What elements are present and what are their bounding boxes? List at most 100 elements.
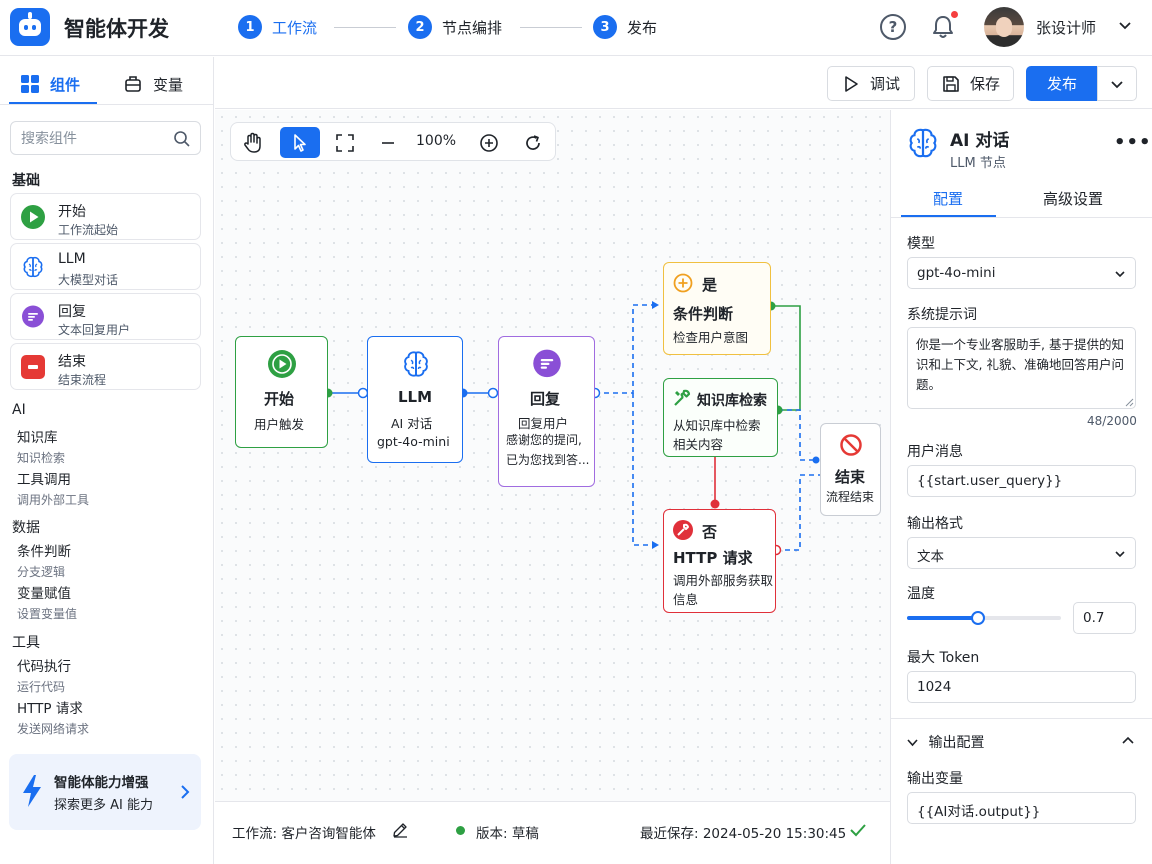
step-node-arrange[interactable]: 2 节点编排 [408,14,502,40]
edge-reply-condition [595,304,657,394]
save-button[interactable]: 保存 [927,66,1014,101]
node-end[interactable]: 结束 流程结束 [820,423,881,516]
temperature-label: 温度 [907,586,935,602]
component-desc: 工作流起始 [58,223,119,237]
edge-arrow-head [652,301,659,309]
output-var-input[interactable]: {{AI对话.output}} [907,792,1136,824]
step-publish[interactable]: 3 发布 [593,14,657,40]
node-llm[interactable]: LLM AI 对话 gpt-4o-mini [367,336,463,463]
hand-tool[interactable] [237,127,269,158]
system-prompt-label: 系统提示词 [907,307,977,323]
prohibited-icon [840,434,862,456]
component-desc: 大模型对话 [58,273,119,287]
node-http-request[interactable]: 否 HTTP 请求 调用外部服务获取 信息 [663,509,776,613]
temperature-input[interactable]: 0.7 [1073,602,1136,634]
lightning-icon [23,775,41,807]
node-start[interactable]: 开始 用户触发 [235,336,328,448]
prompt-char-counter: 48/2000 [1087,414,1137,428]
output-var-label: 输出变量 [907,771,963,787]
user-message-input[interactable]: {{start.user_query}} [907,465,1136,497]
group-title-data: 数据 [12,520,40,536]
temperature-value: 0.7 [1083,610,1105,626]
user-name[interactable]: 张设计师 [1036,17,1096,38]
component-name: 条件判断 [17,544,71,560]
brain-icon [404,351,428,377]
fit-view-tool[interactable] [329,127,361,158]
select-tool[interactable] [280,127,320,158]
node-model: gpt-4o-mini [377,434,450,449]
output-format-select[interactable]: 文本 [907,537,1136,569]
chevron-down-icon[interactable] [1118,18,1132,32]
system-prompt-textarea[interactable]: 你是一个专业客服助手, 基于提供的知识和上下文, 礼貌、准确地回答用户问题。 [907,327,1136,409]
zoom-in-tool[interactable] [473,127,505,158]
step-label: 发布 [627,18,658,37]
canvas-tools: 100% [230,122,556,161]
chevron-down-icon [1111,80,1123,88]
temperature-slider[interactable] [907,611,1061,625]
debug-button[interactable]: 调试 [827,66,915,101]
component-desc: 运行代码 [17,680,66,694]
tab-config[interactable]: 配置 [933,188,963,209]
zoom-level: 100% [416,133,457,149]
component-desc: 发送网络请求 [17,722,90,736]
publish-options-button[interactable] [1097,66,1137,101]
tab-variables[interactable]: 变量 [123,71,183,97]
model-label: 模型 [907,236,935,252]
component-llm[interactable]: LLM 大模型对话 [10,243,201,290]
tab-advanced[interactable]: 高级设置 [1043,188,1103,209]
component-tool-call[interactable]: 工具调用 调用外部工具 [17,468,89,508]
branch-badge-no: 否 [702,523,718,541]
component-condition[interactable]: 条件判断 分支逻辑 [17,540,71,580]
node-knowledge-base[interactable]: 知识库检索 从知识库中检索 相关内容 [663,378,778,457]
search-input[interactable] [21,129,161,149]
port-kb-bottom [710,499,720,509]
model-select[interactable]: gpt-4o-mini [907,257,1136,289]
promo-card[interactable]: 智能体能力增强 探索更多 AI 能力 [9,754,201,830]
edit-pencil-icon[interactable] [392,822,408,838]
group-title-ai: AI [12,402,26,418]
refresh-tool[interactable] [517,127,549,158]
tab-components[interactable]: 组件 [20,71,80,97]
cursor-arrow-icon [294,133,306,152]
help-icon[interactable]: ? [880,14,906,40]
node-title: 回复 [530,390,561,408]
max-token-input[interactable]: 1024 [907,671,1136,703]
component-code-exec[interactable]: 代码执行 运行代码 [17,655,71,695]
zoom-out-tool[interactable] [372,127,404,158]
chat-bubble-icon [533,349,561,378]
chevron-right-icon[interactable] [179,784,191,800]
publish-button[interactable]: 发布 [1026,66,1098,101]
plus-circle-icon [673,273,693,293]
resize-handle-icon[interactable] [1125,398,1134,407]
node-condition[interactable]: 是 条件判断 检查用户意图 [663,262,771,355]
chevron-down-icon [907,739,918,747]
step-workflow[interactable]: 1 工作流 [238,14,317,40]
workflow-canvas[interactable]: 100% 开始 用户触发 LLM AI 对话 gpt-4o-mini 回复 回复… [215,110,890,801]
notification-dot [951,11,958,18]
node-title: LLM [398,388,433,406]
component-reply[interactable]: 回复 文本回复用户 [10,293,201,340]
component-end[interactable]: 结束 结束流程 [10,343,201,390]
bell-icon[interactable] [930,14,956,40]
node-reply[interactable]: 回复 回复用户 感谢您的提问, 已为您找到答... [498,336,595,487]
port-end-in [812,456,820,464]
more-options-icon[interactable]: ••• [1114,132,1152,153]
component-http-request[interactable]: HTTP 请求 发送网络请求 [17,697,89,737]
output-section-toggle[interactable]: 输出配置 [907,732,984,752]
node-subtitle: AI 对话 [391,416,433,431]
chevron-up-icon[interactable] [1122,736,1134,745]
component-knowledge-base[interactable]: 知识库 知识检索 [17,426,65,466]
component-variable-assign[interactable]: 变量赋值 设置变量值 [17,582,77,622]
model-value: gpt-4o-mini [917,265,996,281]
publish-label: 发布 [1046,75,1077,93]
component-start[interactable]: 开始 工作流起始 [10,193,201,240]
avatar[interactable] [984,7,1024,47]
node-subtitle: 检查用户意图 [673,330,749,345]
slider-thumb[interactable] [970,611,985,625]
promo-title: 智能体能力增强 [54,775,149,791]
search-icon[interactable] [173,130,191,148]
component-search[interactable] [10,121,201,155]
workflow-name: 工作流: 客户咨询智能体 [232,826,376,842]
branch-badge-yes: 是 [702,276,718,294]
panel-subtitle: LLM 节点 [950,156,1006,171]
